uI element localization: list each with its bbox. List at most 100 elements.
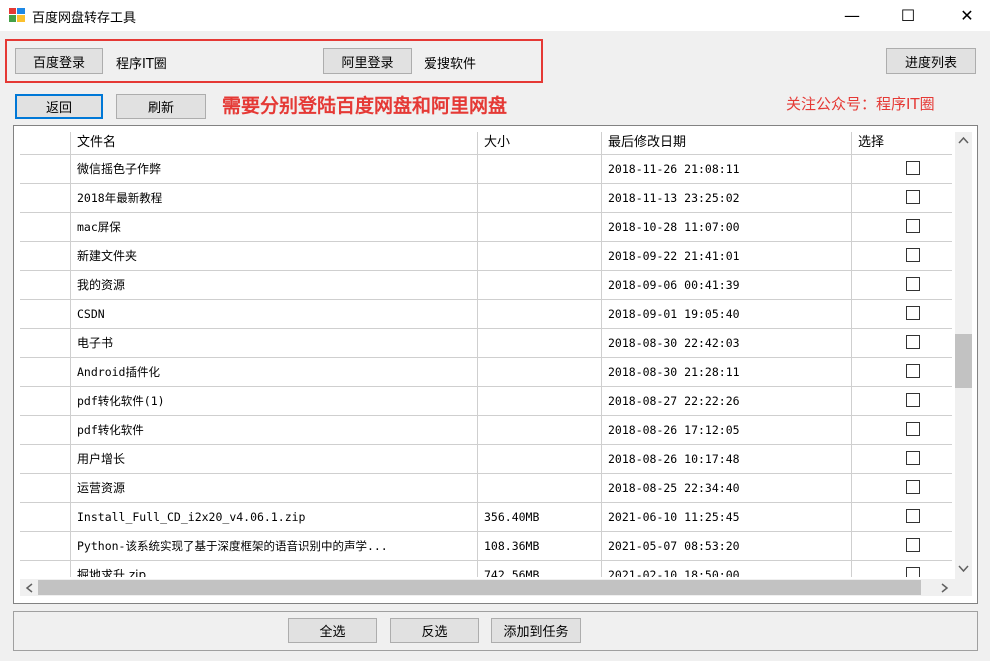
- row-header-cell[interactable]: [20, 271, 70, 299]
- row-header-cell[interactable]: [20, 474, 70, 502]
- file-name-cell[interactable]: 微信摇色子作弊: [70, 155, 477, 183]
- select-cell[interactable]: [851, 416, 952, 444]
- select-cell[interactable]: [851, 474, 952, 502]
- select-cell[interactable]: [851, 155, 952, 183]
- scroll-up-icon[interactable]: [958, 136, 969, 144]
- baidu-login-button[interactable]: 百度登录: [15, 48, 103, 74]
- horizontal-scroll-thumb[interactable]: [38, 580, 921, 595]
- file-name-cell[interactable]: pdf转化软件: [70, 416, 477, 444]
- column-header-name[interactable]: 文件名: [70, 132, 477, 154]
- vertical-scrollbar[interactable]: [955, 132, 972, 578]
- table-row[interactable]: CSDN 2018-09-01 19:05:40: [20, 300, 952, 329]
- checkbox-icon[interactable]: [906, 190, 920, 204]
- checkbox-icon[interactable]: [906, 451, 920, 465]
- file-name-cell[interactable]: pdf转化软件(1): [70, 387, 477, 415]
- maximize-button[interactable]: ☐: [885, 0, 931, 31]
- table-row[interactable]: Android插件化 2018-08-30 21:28:11: [20, 358, 952, 387]
- close-button[interactable]: ✕: [944, 0, 990, 31]
- table-row[interactable]: 新建文件夹 2018-09-22 21:41:01: [20, 242, 952, 271]
- horizontal-scrollbar[interactable]: [20, 579, 955, 596]
- row-header-cell[interactable]: [20, 503, 70, 531]
- table-row[interactable]: mac屏保 2018-10-28 11:07:00: [20, 213, 952, 242]
- table-row[interactable]: 用户增长 2018-08-26 10:17:48: [20, 445, 952, 474]
- select-cell[interactable]: [851, 445, 952, 473]
- column-header-modified[interactable]: 最后修改日期: [601, 132, 851, 154]
- checkbox-icon[interactable]: [906, 335, 920, 349]
- table-row[interactable]: 我的资源 2018-09-06 00:41:39: [20, 271, 952, 300]
- file-name-cell[interactable]: 运营资源: [70, 474, 477, 502]
- select-cell[interactable]: [851, 242, 952, 270]
- checkbox-icon[interactable]: [906, 219, 920, 233]
- file-name-cell[interactable]: mac屏保: [70, 213, 477, 241]
- file-size-cell: [477, 213, 601, 241]
- select-cell[interactable]: [851, 271, 952, 299]
- vertical-scroll-thumb[interactable]: [955, 334, 972, 388]
- checkbox-icon[interactable]: [906, 509, 920, 523]
- row-header-cell[interactable]: [20, 329, 70, 357]
- row-header-cell[interactable]: [20, 532, 70, 560]
- refresh-button[interactable]: 刷新: [116, 94, 206, 119]
- row-header-cell[interactable]: [20, 358, 70, 386]
- checkbox-icon[interactable]: [906, 393, 920, 407]
- row-header-cell[interactable]: [20, 242, 70, 270]
- row-header-cell[interactable]: [20, 561, 70, 577]
- column-header-select[interactable]: 选择: [851, 132, 952, 154]
- file-name-cell[interactable]: 电子书: [70, 329, 477, 357]
- checkbox-icon[interactable]: [906, 480, 920, 494]
- file-name-cell[interactable]: 用户增长: [70, 445, 477, 473]
- invert-selection-button[interactable]: 反选: [390, 618, 479, 643]
- table-row[interactable]: Install_Full_CD_i2x20_v4.06.1.zip 356.40M…: [20, 503, 952, 532]
- table-row[interactable]: 掘地求升.zip 742.56MB 2021-02-10 18:50:00: [20, 561, 952, 577]
- scroll-left-icon[interactable]: [25, 583, 33, 593]
- file-name-cell[interactable]: 2018年最新教程: [70, 184, 477, 212]
- file-name-cell[interactable]: Install_Full_CD_i2x20_v4.06.1.zip: [70, 503, 477, 531]
- select-cell[interactable]: [851, 213, 952, 241]
- table-row[interactable]: 2018年最新教程 2018-11-13 23:25:02: [20, 184, 952, 213]
- scroll-down-icon[interactable]: [958, 565, 969, 573]
- file-name-cell[interactable]: Android插件化: [70, 358, 477, 386]
- file-grid[interactable]: 文件名 大小 最后修改日期 选择 微信摇色子作弊 2018-11-26 21:08…: [13, 125, 978, 604]
- file-name-cell[interactable]: 我的资源: [70, 271, 477, 299]
- ali-login-button[interactable]: 阿里登录: [323, 48, 412, 74]
- table-row[interactable]: pdf转化软件 2018-08-26 17:12:05: [20, 416, 952, 445]
- row-header-cell[interactable]: [20, 213, 70, 241]
- row-header-cell[interactable]: [20, 300, 70, 328]
- select-cell[interactable]: [851, 387, 952, 415]
- table-row[interactable]: Python-该系统实现了基于深度框架的语音识别中的声学... 108.36MB 2…: [20, 532, 952, 561]
- table-row[interactable]: 微信摇色子作弊 2018-11-26 21:08:11: [20, 155, 952, 184]
- checkbox-icon[interactable]: [906, 538, 920, 552]
- column-header-size[interactable]: 大小: [477, 132, 601, 154]
- table-row[interactable]: 运营资源 2018-08-25 22:34:40: [20, 474, 952, 503]
- select-cell[interactable]: [851, 561, 952, 577]
- progress-list-button[interactable]: 进度列表: [886, 48, 976, 74]
- back-button[interactable]: 返回: [15, 94, 103, 119]
- file-name-cell[interactable]: 掘地求升.zip: [70, 561, 477, 577]
- file-name-cell[interactable]: CSDN: [70, 300, 477, 328]
- file-name-cell[interactable]: 新建文件夹: [70, 242, 477, 270]
- minimize-button[interactable]: —: [829, 0, 875, 31]
- select-cell[interactable]: [851, 358, 952, 386]
- row-header-cell[interactable]: [20, 387, 70, 415]
- row-header-cell[interactable]: [20, 184, 70, 212]
- checkbox-icon[interactable]: [906, 422, 920, 436]
- select-cell[interactable]: [851, 184, 952, 212]
- scroll-right-icon[interactable]: [941, 583, 949, 593]
- file-name-cell[interactable]: Python-该系统实现了基于深度框架的语音识别中的声学...: [70, 532, 477, 560]
- select-cell[interactable]: [851, 503, 952, 531]
- select-cell[interactable]: [851, 532, 952, 560]
- checkbox-icon[interactable]: [906, 277, 920, 291]
- checkbox-icon[interactable]: [906, 306, 920, 320]
- table-row[interactable]: 电子书 2018-08-30 22:42:03: [20, 329, 952, 358]
- row-header-cell[interactable]: [20, 155, 70, 183]
- checkbox-icon[interactable]: [906, 161, 920, 175]
- select-cell[interactable]: [851, 329, 952, 357]
- table-row[interactable]: pdf转化软件(1) 2018-08-27 22:22:26: [20, 387, 952, 416]
- checkbox-icon[interactable]: [906, 248, 920, 262]
- select-all-button[interactable]: 全选: [288, 618, 377, 643]
- row-header-cell[interactable]: [20, 445, 70, 473]
- checkbox-icon[interactable]: [906, 364, 920, 378]
- row-header-cell[interactable]: [20, 416, 70, 444]
- select-cell[interactable]: [851, 300, 952, 328]
- checkbox-icon[interactable]: [906, 567, 920, 577]
- add-to-task-button[interactable]: 添加到任务: [491, 618, 581, 643]
